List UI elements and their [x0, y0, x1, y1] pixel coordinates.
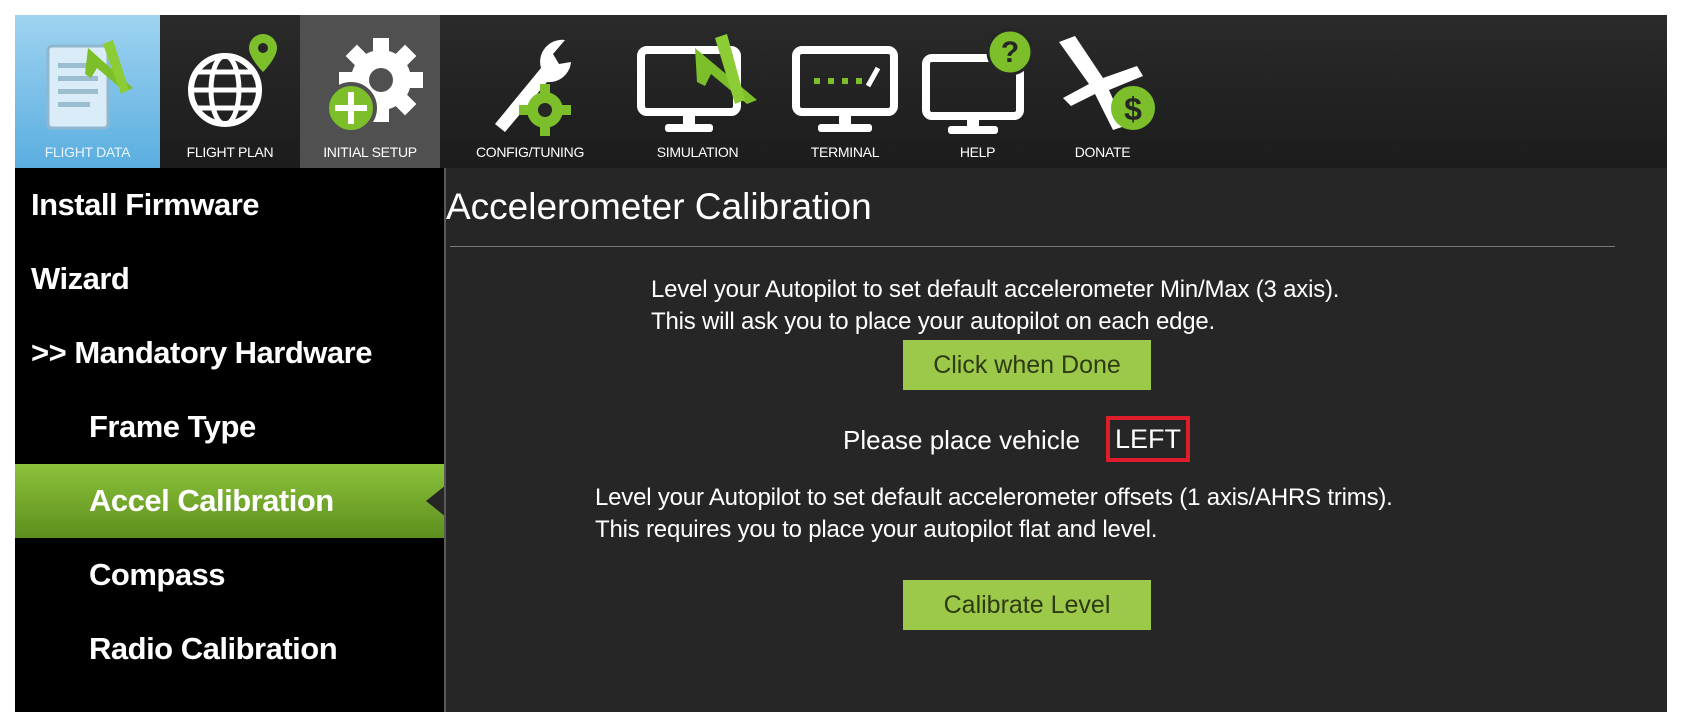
toolbar-label: CONFIG/TUNING: [475, 144, 585, 160]
flight-data-icon: [33, 28, 143, 144]
initial-setup-icon: [315, 28, 425, 144]
level-instruction-line-1: Level your Autopilot to set default acce…: [595, 484, 1393, 511]
minmax-instruction-line-1: Level your Autopilot to set default acce…: [651, 276, 1340, 303]
toolbar-label: TERMINAL: [810, 144, 880, 160]
main-toolbar: FLIGHT DATA FLIGHT PLAN INITIAL SETUP CO…: [15, 15, 1667, 168]
simulation-icon: [633, 28, 763, 144]
accel-calibration-panel: Accelerometer Calibration Level your Aut…: [446, 168, 1667, 712]
help-icon: ?: [920, 28, 1035, 144]
sidebar-item-compass[interactable]: Compass: [15, 538, 444, 612]
mission-planner-window: FLIGHT DATA FLIGHT PLAN INITIAL SETUP CO…: [15, 15, 1667, 712]
sidebar-item-wizard[interactable]: Wizard: [15, 242, 444, 316]
sidebar-item-frame-type[interactable]: Frame Type: [15, 390, 444, 464]
toolbar-terminal-button[interactable]: TERMINAL: [775, 15, 915, 168]
sidebar-item-install-firmware[interactable]: Install Firmware: [15, 168, 444, 242]
status-prompt: Please place vehicle: [843, 425, 1081, 455]
toolbar-label: SIMULATION: [656, 144, 739, 160]
sidebar-item-radio-calibration[interactable]: Radio Calibration: [15, 612, 444, 686]
toolbar-label: FLIGHT DATA: [44, 144, 131, 160]
setup-sidebar: Install Firmware Wizard >> Mandatory Har…: [15, 168, 446, 712]
level-instruction-line-2: This requires you to place your autopilo…: [595, 516, 1158, 543]
toolbar-config-tuning-button[interactable]: CONFIG/TUNING: [440, 15, 620, 168]
toolbar-label: FLIGHT PLAN: [186, 144, 274, 160]
svg-text:$: $: [1124, 91, 1142, 127]
sidebar-item-label: Accel Calibration: [89, 483, 334, 518]
sidebar-item-label: Radio Calibration: [89, 631, 338, 666]
toolbar-label: DONATE: [1074, 144, 1131, 160]
toolbar-label: INITIAL SETUP: [323, 144, 417, 160]
toolbar-donate-button[interactable]: $ DONATE: [1040, 15, 1165, 168]
minmax-instruction-line-2: This will ask you to place your autopilo…: [651, 308, 1216, 335]
calibrate-level-button[interactable]: Calibrate Level: [903, 580, 1151, 630]
sidebar-item-mandatory-hardware[interactable]: >> Mandatory Hardware: [15, 316, 444, 390]
sidebar-item-label: Frame Type: [89, 409, 256, 444]
title-divider: [450, 246, 1615, 247]
page-title: Accelerometer Calibration: [446, 186, 872, 227]
status-position-value: LEFT: [1106, 416, 1190, 462]
flight-plan-icon: [175, 28, 285, 144]
sidebar-item-label: Compass: [89, 557, 226, 592]
toolbar-flight-data-button[interactable]: FLIGHT DATA: [15, 15, 160, 168]
sidebar-item-label: Install Firmware: [31, 187, 260, 222]
toolbar-initial-setup-button[interactable]: INITIAL SETUP: [300, 15, 440, 168]
toolbar-label: HELP: [959, 144, 996, 160]
toolbar-flight-plan-button[interactable]: FLIGHT PLAN: [160, 15, 300, 168]
toolbar-simulation-button[interactable]: SIMULATION: [620, 15, 775, 168]
svg-text:?: ?: [1001, 36, 1019, 69]
sidebar-item-accel-calibration[interactable]: Accel Calibration: [15, 464, 446, 538]
click-when-done-button[interactable]: Click when Done: [903, 340, 1151, 390]
sidebar-item-label: Wizard: [31, 261, 130, 296]
config-tuning-icon: [475, 28, 585, 144]
donate-icon: $: [1045, 28, 1160, 144]
sidebar-item-label: >> Mandatory Hardware: [31, 335, 372, 370]
toolbar-help-button[interactable]: ? HELP: [915, 15, 1040, 168]
terminal-icon: [788, 28, 903, 144]
